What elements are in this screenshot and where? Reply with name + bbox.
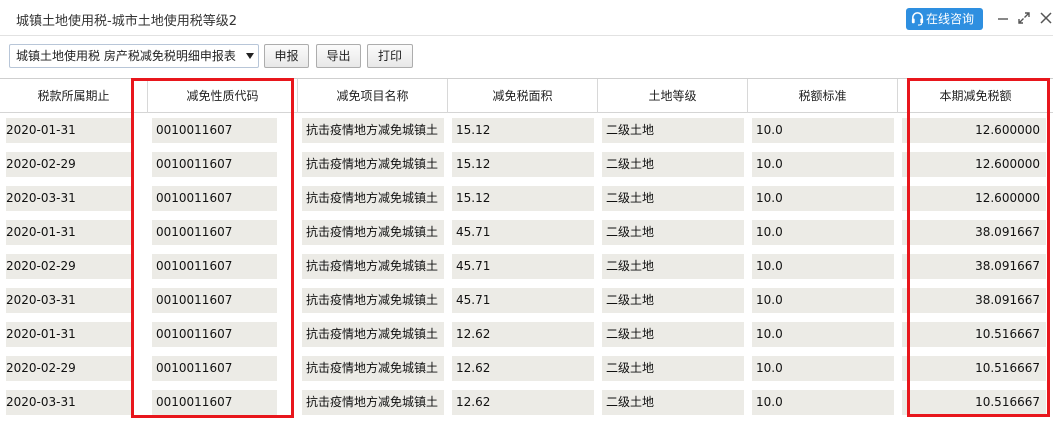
cell-relief-code[interactable]: 0010011607 (152, 152, 277, 177)
cell-period-end[interactable]: 2020-01-31 (6, 118, 132, 143)
cell-relief-code[interactable]: 0010011607 (152, 220, 277, 245)
cell-item-name[interactable]: 抗击疫情地方减免城镇土 (302, 186, 444, 211)
cell-area[interactable]: 45.71 (452, 288, 594, 313)
cell-area[interactable]: 12.62 (452, 356, 594, 381)
cell-relief-amount[interactable]: 38.091667 (902, 220, 1046, 245)
table-row: 2020-02-29 0010011607 抗击疫情地方减免城镇土 12.62 二级土地… (0, 352, 1053, 386)
cell-land-grade[interactable]: 二级土地 (602, 254, 744, 279)
cell-item-name[interactable]: 抗击疫情地方减免城镇土 (302, 288, 444, 313)
cell-relief-code[interactable]: 0010011607 (152, 322, 277, 347)
cell-land-grade[interactable]: 二级土地 (602, 356, 744, 381)
cell-land-grade[interactable]: 二级土地 (602, 118, 744, 143)
cell-item-name[interactable]: 抗击疫情地方减免城镇土 (302, 254, 444, 279)
header-item-name: 减免项目名称 (298, 79, 448, 113)
toolbar: 城镇土地使用税 房产税减免税明细申报表 申报 导出 打印 (0, 36, 1053, 76)
declare-button[interactable]: 申报 (264, 44, 309, 68)
table-header-row: 税款所属期止 减免性质代码 减免项目名称 减免税面积 土地等级 税额标准 本期减… (0, 79, 1053, 113)
cell-land-grade[interactable]: 二级土地 (602, 288, 744, 313)
cell-period-end[interactable]: 2020-03-31 (6, 288, 132, 313)
cell-land-grade[interactable]: 二级土地 (602, 220, 744, 245)
header-relief-code: 减免性质代码 (148, 79, 298, 113)
header-period-end: 税款所属期止 (0, 79, 148, 113)
cell-land-grade[interactable]: 二级土地 (602, 152, 744, 177)
cell-area[interactable]: 12.62 (452, 390, 594, 415)
table-row: 2020-01-31 0010011607 抗击疫情地方减免城镇土 12.62 二级土地… (0, 318, 1053, 352)
cell-land-grade[interactable]: 二级土地 (602, 186, 744, 211)
cell-area[interactable]: 45.71 (452, 220, 594, 245)
table-row: 2020-03-31 0010011607 抗击疫情地方减免城镇土 45.71 二级土地… (0, 284, 1053, 318)
title-bar: 城镇土地使用税-城市土地使用税等级2 在线咨询 (0, 0, 1053, 36)
cell-relief-code[interactable]: 0010011607 (152, 390, 277, 415)
cell-tax-standard[interactable]: 10.0 (752, 118, 894, 143)
cell-relief-code[interactable]: 0010011607 (152, 288, 277, 313)
cell-tax-standard[interactable]: 10.0 (752, 390, 894, 415)
online-consult-button[interactable]: 在线咨询 (906, 8, 983, 30)
cell-tax-standard[interactable]: 10.0 (752, 254, 894, 279)
cell-relief-code[interactable]: 0010011607 (152, 254, 277, 279)
cell-area[interactable]: 45.71 (452, 254, 594, 279)
cell-relief-amount[interactable]: 12.600000 (902, 152, 1046, 177)
header-tax-standard: 税额标准 (748, 79, 898, 113)
cell-item-name[interactable]: 抗击疫情地方减免城镇土 (302, 152, 444, 177)
cell-relief-amount[interactable]: 10.516667 (902, 356, 1046, 381)
table-row: 2020-02-29 0010011607 抗击疫情地方减免城镇土 15.12 二级土地… (0, 148, 1053, 182)
cell-relief-amount[interactable]: 12.600000 (902, 186, 1046, 211)
cell-relief-amount[interactable]: 38.091667 (902, 288, 1046, 313)
headset-icon (911, 12, 924, 26)
print-button[interactable]: 打印 (367, 44, 413, 68)
cell-tax-standard[interactable]: 10.0 (752, 288, 894, 313)
cell-area[interactable]: 12.62 (452, 322, 594, 347)
header-land-grade: 土地等级 (598, 79, 748, 113)
cell-period-end[interactable]: 2020-01-31 (6, 322, 132, 347)
header-relief-amount: 本期减免税额 (939, 89, 1012, 103)
cell-tax-standard[interactable]: 10.0 (752, 152, 894, 177)
cell-area[interactable]: 15.12 (452, 186, 594, 211)
header-area: 减免税面积 (448, 79, 598, 113)
cell-land-grade[interactable]: 二级土地 (602, 322, 744, 347)
cell-tax-standard[interactable]: 10.0 (752, 220, 894, 245)
export-button[interactable]: 导出 (316, 44, 361, 68)
cell-item-name[interactable]: 抗击疫情地方减免城镇土 (302, 220, 444, 245)
cell-relief-amount[interactable]: 38.091667 (902, 254, 1046, 279)
minimize-icon[interactable] (995, 10, 1011, 26)
report-select-value: 城镇土地使用税 房产税减免税明细申报表 (16, 49, 236, 63)
cell-relief-code[interactable]: 0010011607 (152, 356, 277, 381)
table-row: 2020-01-31 0010011607 抗击疫情地方减免城镇土 15.12 二级土地… (0, 114, 1053, 148)
table-row: 2020-03-31 0010011607 抗击疫情地方减免城镇土 15.12 二级土地… (0, 182, 1053, 216)
cell-relief-amount[interactable]: 10.516667 (902, 390, 1046, 415)
cell-period-end[interactable]: 2020-01-31 (6, 220, 132, 245)
cell-area[interactable]: 15.12 (452, 118, 594, 143)
cell-tax-standard[interactable]: 10.0 (752, 186, 894, 211)
cell-period-end[interactable]: 2020-03-31 (6, 186, 132, 211)
online-consult-label: 在线咨询 (926, 12, 975, 26)
cell-relief-amount[interactable]: 12.600000 (902, 118, 1046, 143)
cell-relief-amount[interactable]: 10.516667 (902, 322, 1046, 347)
cell-land-grade[interactable]: 二级土地 (602, 390, 744, 415)
maximize-icon[interactable] (1016, 10, 1032, 26)
close-icon[interactable] (1038, 10, 1053, 26)
cell-period-end[interactable]: 2020-02-29 (6, 152, 132, 177)
table-row: 2020-02-29 0010011607 抗击疫情地方减免城镇土 45.71 二级土地… (0, 250, 1053, 284)
report-select[interactable]: 城镇土地使用税 房产税减免税明细申报表 (9, 44, 259, 68)
table-row: 2020-01-31 0010011607 抗击疫情地方减免城镇土 45.71 二级土地… (0, 216, 1053, 250)
caret-down-icon (246, 53, 254, 59)
cell-period-end[interactable]: 2020-03-31 (6, 390, 132, 415)
cell-item-name[interactable]: 抗击疫情地方减免城镇土 (302, 356, 444, 381)
cell-item-name[interactable]: 抗击疫情地方减免城镇土 (302, 390, 444, 415)
cell-area[interactable]: 15.12 (452, 152, 594, 177)
cell-relief-code[interactable]: 0010011607 (152, 186, 277, 211)
cell-period-end[interactable]: 2020-02-29 (6, 356, 132, 381)
cell-period-end[interactable]: 2020-02-29 (6, 254, 132, 279)
window-title: 城镇土地使用税-城市土地使用税等级2 (16, 14, 237, 29)
table-row: 2020-03-31 0010011607 抗击疫情地方减免城镇土 12.62 二级土地… (0, 386, 1053, 420)
cell-tax-standard[interactable]: 10.0 (752, 322, 894, 347)
relief-detail-grid: 税款所属期止 减免性质代码 减免项目名称 减免税面积 土地等级 税额标准 本期减… (0, 78, 1053, 424)
cell-tax-standard[interactable]: 10.0 (752, 356, 894, 381)
cell-relief-code[interactable]: 0010011607 (152, 118, 277, 143)
cell-item-name[interactable]: 抗击疫情地方减免城镇土 (302, 322, 444, 347)
cell-item-name[interactable]: 抗击疫情地方减免城镇土 (302, 118, 444, 143)
